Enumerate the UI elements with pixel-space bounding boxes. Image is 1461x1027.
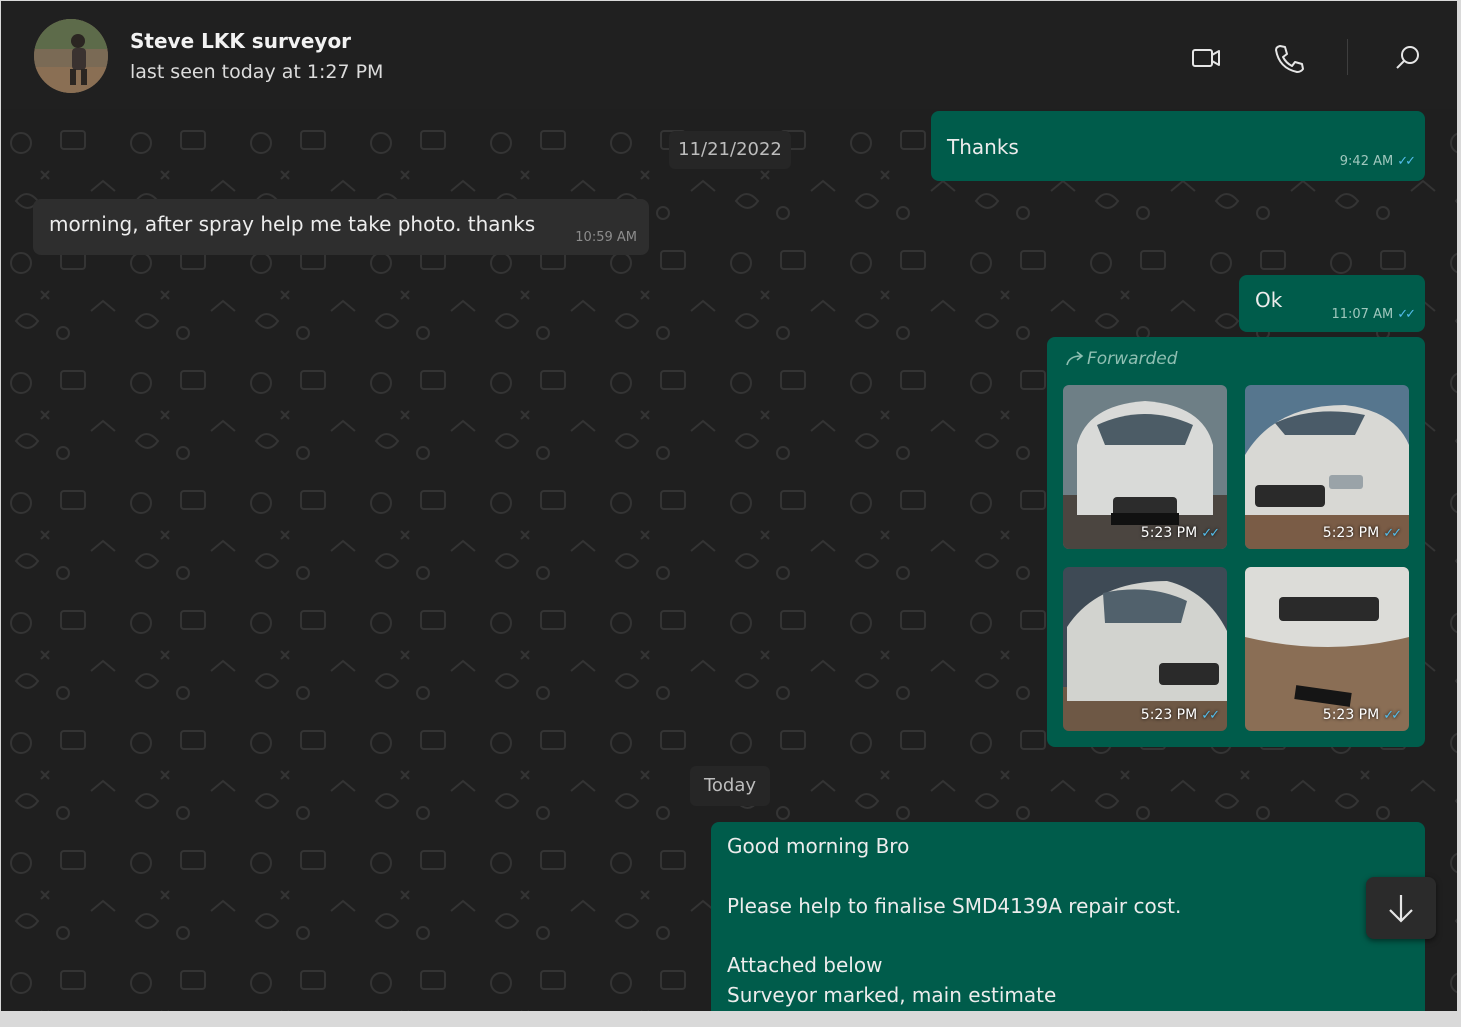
photo-meta: 5:23 PM ✓✓: [1322, 707, 1402, 723]
forwarded-photo-album[interactable]: Forwarded 5:23 PM ✓✓ 5:23 PM ✓✓ 5:23 PM …: [1047, 337, 1425, 747]
arrow-down-icon: [1389, 895, 1413, 923]
message-text-line: Attached below: [727, 953, 883, 977]
read-ticks-icon: ✓✓: [1397, 154, 1416, 169]
photo-time: 5:23 PM: [1322, 707, 1380, 723]
message-bubble-outgoing[interactable]: Good morning Bro Please help to finalise…: [711, 822, 1425, 1011]
message-time: 9:42 AM: [1339, 154, 1394, 169]
header-divider: [1347, 39, 1348, 75]
date-separator-label: 11/21/2022: [678, 139, 782, 160]
photo-meta: 5:23 PM ✓✓: [1140, 525, 1220, 541]
message-bubble-incoming[interactable]: morning, after spray help me take photo.…: [33, 199, 649, 255]
chat-header: Steve LKK surveyor last seen today at 1:…: [1, 1, 1457, 109]
message-time: 10:59 AM: [575, 230, 637, 245]
avatar[interactable]: [34, 19, 108, 93]
message-text-line: Please help to finalise SMD4139A repair …: [727, 894, 1182, 918]
forward-arrow-icon: [1066, 351, 1084, 366]
read-ticks-icon: ✓✓: [1397, 307, 1416, 322]
scroll-to-bottom-button[interactable]: [1366, 877, 1436, 939]
contact-status: last seen today at 1:27 PM: [130, 61, 384, 83]
date-separator: Today: [690, 766, 770, 806]
photo-time: 5:23 PM: [1140, 707, 1198, 723]
car-photo[interactable]: 5:23 PM ✓✓: [1063, 385, 1227, 549]
car-photo[interactable]: 5:23 PM ✓✓: [1245, 385, 1409, 549]
car-photo[interactable]: 5:23 PM ✓✓: [1063, 567, 1227, 731]
forwarded-text: Forwarded: [1087, 349, 1178, 369]
search-icon[interactable]: [1391, 41, 1425, 75]
photo-time: 5:23 PM: [1322, 525, 1380, 541]
avatar-photo: [34, 19, 108, 93]
message-text-line: Surveyor marked, main estimate: [727, 983, 1057, 1007]
message-text: morning, after spray help me take photo.…: [49, 212, 536, 236]
read-ticks-icon: ✓✓: [1383, 708, 1402, 723]
message-text: Ok: [1255, 288, 1283, 312]
read-ticks-icon: ✓✓: [1201, 526, 1220, 541]
message-text-line: Good morning Bro: [727, 834, 910, 858]
message-bubble-outgoing[interactable]: Thanks 9:42 AM ✓✓: [931, 111, 1425, 181]
photo-meta: 5:23 PM ✓✓: [1140, 707, 1220, 723]
chat-window: Steve LKK surveyor last seen today at 1:…: [1, 1, 1457, 1011]
voice-call-icon[interactable]: [1271, 41, 1305, 75]
date-separator-label: Today: [703, 775, 757, 796]
forwarded-label: Forwarded: [1065, 349, 1178, 369]
read-ticks-icon: ✓✓: [1383, 526, 1402, 541]
message-time: 11:07 AM: [1331, 307, 1394, 322]
contact-name[interactable]: Steve LKK surveyor: [130, 29, 351, 53]
message-text: Thanks: [947, 135, 1019, 159]
car-photo[interactable]: 5:23 PM ✓✓: [1245, 567, 1409, 731]
message-meta: 11:07 AM ✓✓: [1331, 307, 1416, 322]
video-call-icon[interactable]: [1189, 41, 1223, 75]
photo-meta: 5:23 PM ✓✓: [1322, 525, 1402, 541]
photo-time: 5:23 PM: [1140, 525, 1198, 541]
message-bubble-outgoing[interactable]: Ok 11:07 AM ✓✓: [1239, 275, 1425, 332]
message-meta: 9:42 AM ✓✓: [1339, 154, 1416, 169]
read-ticks-icon: ✓✓: [1201, 708, 1220, 723]
date-separator: 11/21/2022: [669, 131, 791, 169]
